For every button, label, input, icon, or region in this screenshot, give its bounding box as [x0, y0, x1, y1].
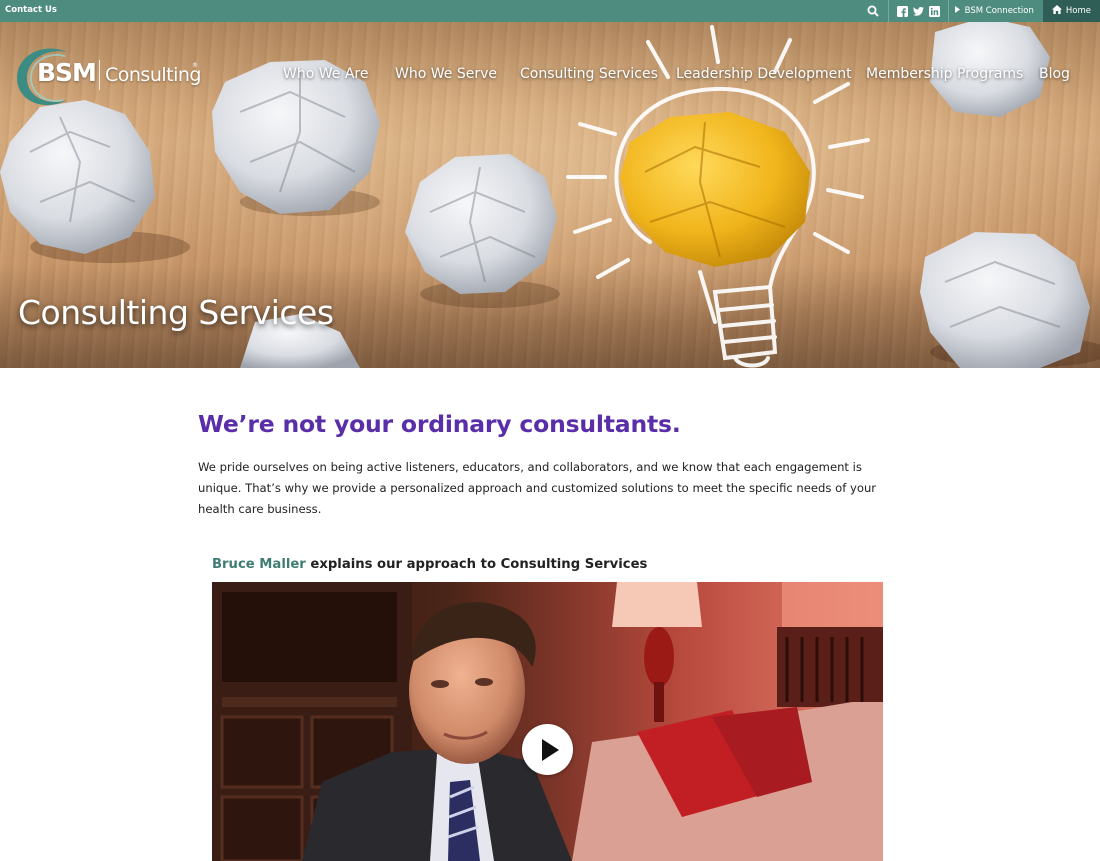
nav-consulting-services[interactable]: Consulting Services [520, 66, 658, 82]
video-thumbnail [212, 582, 883, 861]
paper-ball [212, 60, 380, 214]
play-button[interactable] [522, 724, 573, 775]
play-icon [541, 738, 559, 761]
contact-us-link[interactable]: Contact Us [5, 5, 57, 15]
video-caption: Bruce Maller explains our approach to Co… [212, 557, 647, 572]
hero-banner: BSM Consulting ® Who We Are Who We Serve… [0, 22, 1100, 368]
logo-bsm-text: BSM [37, 58, 97, 87]
paper-ball [920, 232, 1090, 368]
utility-right: BSM Connection Home [862, 0, 1100, 22]
video-caption-text: explains our approach to Consulting Serv… [305, 557, 648, 572]
home-icon [1051, 5, 1062, 17]
logo-consulting-text: Consulting [105, 64, 201, 86]
logo-registered-mark: ® [192, 62, 198, 69]
page-title: Consulting Services [18, 293, 334, 332]
social-links [889, 0, 948, 22]
twitter-icon[interactable] [912, 6, 924, 17]
bsm-connection-link[interactable]: BSM Connection [949, 0, 1043, 22]
video-player[interactable] [212, 582, 883, 861]
utility-bar: Contact Us BSM Connection Home [0, 0, 1100, 22]
search-icon[interactable] [862, 0, 884, 22]
nav-leadership-development[interactable]: Leadership Development [676, 66, 852, 82]
logo-divider [99, 60, 100, 90]
bsm-connection-label: BSM Connection [964, 6, 1034, 16]
intro-heading: We’re not your ordinary consultants. [198, 410, 681, 438]
nav-membership-programs[interactable]: Membership Programs [866, 66, 1023, 82]
video-caption-name: Bruce Maller [212, 557, 306, 572]
nav-who-we-serve[interactable]: Who We Serve [395, 66, 497, 82]
nav-blog[interactable]: Blog [1039, 66, 1070, 82]
caret-right-icon [954, 6, 960, 16]
intro-paragraph: We pride ourselves on being active liste… [198, 460, 877, 516]
nav-who-we-are[interactable]: Who We Are [283, 66, 368, 82]
facebook-icon[interactable] [896, 5, 908, 17]
paper-ball [405, 154, 557, 294]
linkedin-icon[interactable] [928, 5, 940, 17]
home-link[interactable]: Home [1042, 0, 1100, 22]
bsm-logo[interactable]: BSM Consulting ® [15, 44, 205, 110]
home-label: Home [1065, 6, 1091, 16]
yellow-paper-ball [620, 112, 810, 267]
